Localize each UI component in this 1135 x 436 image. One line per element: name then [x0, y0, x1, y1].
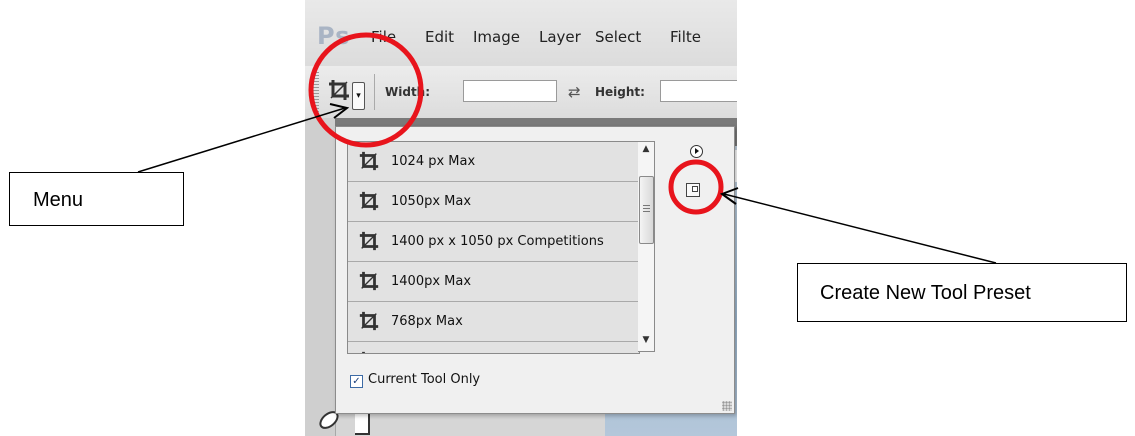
- crop-tool-icon[interactable]: [327, 78, 351, 102]
- options-bar: ▾ Width: ⇄ Height:: [305, 66, 737, 119]
- panel-menu-button[interactable]: [690, 145, 703, 158]
- scroll-grip-icon: [643, 205, 650, 214]
- scroll-up-arrow-icon[interactable]: ▲: [638, 144, 654, 158]
- current-tool-only-option[interactable]: ✓ Current Tool Only: [350, 372, 480, 388]
- scroll-down-arrow-icon[interactable]: ▼: [638, 335, 654, 349]
- preset-list[interactable]: 1024 px Max 1050px Max 1400 px x 1050 px…: [347, 141, 640, 354]
- height-label: Height:: [595, 85, 645, 99]
- tools-panel: [305, 118, 336, 436]
- list-item[interactable]: 768px Max: [348, 302, 639, 342]
- menu-callout: Menu: [9, 172, 184, 226]
- preset-label: 1024 px Max: [391, 154, 476, 169]
- list-item[interactable]: 1024 px Max: [348, 142, 639, 182]
- new-preset-callout: Create New Tool Preset: [797, 263, 1127, 322]
- scroll-thumb[interactable]: [639, 176, 654, 244]
- panel-resize-grip-icon[interactable]: [722, 401, 732, 411]
- crop-tool-icon: [359, 151, 379, 171]
- current-tool-only-checkbox[interactable]: ✓: [350, 375, 363, 388]
- options-separator: [374, 74, 375, 110]
- width-label: Width:: [385, 85, 431, 99]
- menu-layer[interactable]: Layer: [539, 28, 581, 46]
- tool-preset-picker-panel: 1024 px Max 1050px Max 1400 px x 1050 px…: [335, 126, 735, 414]
- photoshop-window: Ps File Edit Image Layer Select Filte ▾ …: [305, 0, 737, 436]
- width-input[interactable]: [463, 80, 557, 102]
- crop-tool-icon: [362, 351, 365, 353]
- current-tool-only-label: Current Tool Only: [368, 372, 481, 387]
- list-item[interactable]: [348, 342, 639, 353]
- preset-label: 1400 px x 1050 px Competitions: [391, 234, 604, 249]
- tool-preset-picker-button[interactable]: ▾: [352, 82, 365, 110]
- menu-select[interactable]: Select: [595, 28, 641, 46]
- crop-tool-icon: [359, 191, 379, 211]
- new-preset-pointer-line: [723, 193, 997, 264]
- options-bar-grip[interactable]: [313, 72, 319, 112]
- crop-tool-icon: [359, 311, 379, 331]
- crop-tool-icon: [359, 271, 379, 291]
- list-item[interactable]: 1050px Max: [348, 182, 639, 222]
- list-item[interactable]: 1400 px x 1050 px Competitions: [348, 222, 639, 262]
- menu-filter[interactable]: Filte: [670, 28, 701, 46]
- menu-image[interactable]: Image: [473, 28, 520, 46]
- height-input[interactable]: [660, 80, 737, 102]
- preset-label: 1400px Max: [391, 274, 472, 289]
- menu-edit[interactable]: Edit: [425, 28, 454, 46]
- list-item[interactable]: 1400px Max: [348, 262, 639, 302]
- ps-logo: Ps: [317, 22, 351, 50]
- create-new-tool-preset-button[interactable]: [686, 183, 700, 197]
- crop-tool-icon: [359, 231, 379, 251]
- menu-file[interactable]: File: [371, 28, 396, 46]
- swap-dimensions-icon[interactable]: ⇄: [568, 83, 581, 101]
- preset-label: 1050px Max: [391, 194, 472, 209]
- preset-label: 768px Max: [391, 314, 463, 329]
- preset-list-scrollbar[interactable]: ▲ ▼: [638, 141, 655, 352]
